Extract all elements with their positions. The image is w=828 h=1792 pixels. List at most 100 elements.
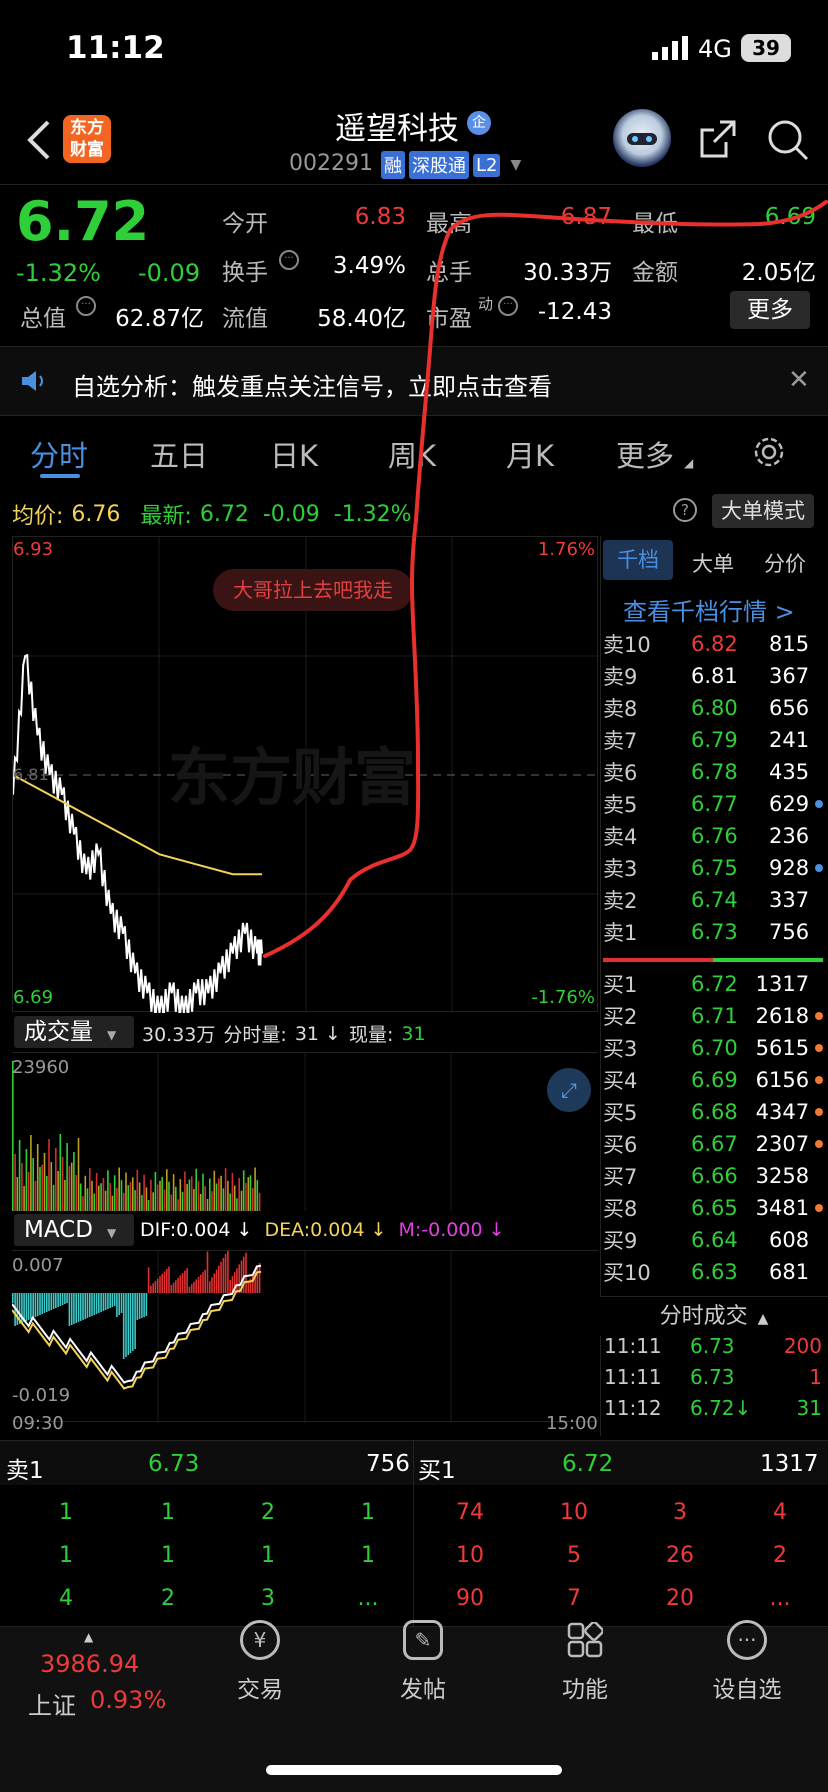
header-divider <box>0 184 828 185</box>
index-name[interactable]: 上证 <box>28 1686 76 1721</box>
sell-order-row[interactable]: 卖6 6.78 435 <box>603 756 823 788</box>
nav-post[interactable]: ✎ 发帖 <box>363 1620 483 1704</box>
buy-order-row[interactable]: 买7 6.66 3258 <box>603 1160 823 1192</box>
volume-bar <box>127 1185 130 1211</box>
sell-order-row[interactable]: 卖4 6.76 236 <box>603 820 823 852</box>
orderbook-tab-big[interactable]: 大单 <box>692 548 734 578</box>
buy-order-row[interactable]: 买3 6.70 5615 <box>603 1032 823 1064</box>
more-button[interactable]: 更多 <box>730 291 810 329</box>
volume-bar <box>238 1178 240 1211</box>
volume-selector[interactable]: 成交量 ▼ <box>14 1016 134 1048</box>
sell-volume: 337 <box>768 888 810 912</box>
volume-bar <box>23 1186 25 1211</box>
close-icon[interactable]: ✕ <box>788 365 810 395</box>
buy-order-row[interactable]: 买2 6.71 2618 <box>603 1000 823 1032</box>
macd-bar <box>104 1293 107 1310</box>
macd-chart[interactable]: 0.007 -0.019 <box>12 1250 598 1423</box>
latest-change: -0.09 <box>262 501 320 527</box>
volume-bar <box>50 1162 53 1211</box>
gear-icon[interactable] <box>752 435 786 469</box>
help-icon[interactable]: ? <box>673 498 697 522</box>
tab-fenshi[interactable]: 分时 <box>30 433 88 475</box>
tab-week-k[interactable]: 周K <box>388 433 436 475</box>
volume-bar <box>172 1174 175 1211</box>
status-bar: 11:12 4G 39 <box>0 0 828 90</box>
sell-order-row[interactable]: 卖1 6.73 756 <box>603 916 823 948</box>
nav-functions[interactable]: 功能 <box>525 1620 645 1704</box>
sell-order-row[interactable]: 卖8 6.80 656 <box>603 692 823 724</box>
queue-buy-cell: ... <box>769 1586 791 1611</box>
comment-bubble[interactable]: 大哥拉上去吧我走 <box>213 569 413 611</box>
app-logo[interactable]: 东方财富 <box>63 115 111 163</box>
back-icon[interactable] <box>24 118 54 162</box>
volume-bar <box>249 1175 252 1211</box>
buy-order-row[interactable]: 买8 6.65 3481 <box>603 1192 823 1224</box>
order-dot-icon <box>815 1044 823 1052</box>
trade-volume: 31 <box>796 1396 822 1420</box>
macd-selector[interactable]: MACD ▼ <box>14 1214 134 1246</box>
volume-bar <box>25 1149 28 1211</box>
sell-order-row[interactable]: 卖5 6.77 629 <box>603 788 823 820</box>
robot-avatar-icon[interactable] <box>613 109 671 167</box>
orderbook-tab-price[interactable]: 分价 <box>764 548 806 578</box>
buy-order-row[interactable]: 买5 6.68 4347 <box>603 1096 823 1128</box>
sell-order-row[interactable]: 卖10 6.82 815 <box>603 628 823 660</box>
trades-header[interactable]: 分时成交 ▲ <box>600 1296 828 1336</box>
view-qiandang-link[interactable]: 查看千档行情 > <box>623 592 795 627</box>
info-dots-icon[interactable]: ··· <box>498 296 518 316</box>
sell-price: 6.81 <box>690 664 738 688</box>
share-icon[interactable] <box>698 118 738 160</box>
buy-order-row[interactable]: 买1 6.72 1317 <box>603 968 823 1000</box>
tab-5day[interactable]: 五日 <box>150 433 208 475</box>
macd-bar <box>113 1293 116 1306</box>
search-icon[interactable] <box>766 118 810 162</box>
index-value[interactable]: 3986.94 <box>40 1650 139 1678</box>
buy-order-row[interactable]: 买6 6.67 2307 <box>603 1128 823 1160</box>
tab-day-k[interactable]: 日K <box>270 433 318 475</box>
volume-bar <box>175 1186 177 1211</box>
sell-order-row[interactable]: 卖7 6.79 241 <box>603 724 823 756</box>
info-dots-icon[interactable]: ··· <box>279 250 299 270</box>
macd-bar <box>50 1293 53 1310</box>
sell-order-row[interactable]: 卖9 6.81 367 <box>603 660 823 692</box>
macd-bar <box>127 1293 130 1355</box>
buy-level-label: 买1 <box>603 973 638 997</box>
order-dot-icon <box>815 1236 823 1244</box>
buy-level-label: 买5 <box>603 1101 638 1125</box>
volume-selector-label: 成交量 <box>24 1019 93 1045</box>
buy-order-row[interactable]: 买10 6.63 681 <box>603 1256 823 1288</box>
sell-price: 6.78 <box>690 760 738 784</box>
volume-chart[interactable]: 23960 ⤢ <box>12 1052 598 1211</box>
sell-order-row[interactable]: 卖2 6.74 337 <box>603 884 823 916</box>
macd-bar <box>224 1254 227 1293</box>
order-dot-icon <box>815 736 823 744</box>
expand-icon[interactable]: ⤢ <box>547 1068 591 1112</box>
top-price-label: 6.93 <box>13 539 54 560</box>
orderbook-tab-qiandang[interactable]: 千档 <box>603 540 673 580</box>
index-pct[interactable]: 0.93% <box>90 1686 166 1714</box>
price-chart[interactable]: 东方财富 6.93 6.69 1.76% -1.76% 6.81 大哥拉上去吧我… <box>12 536 599 1013</box>
big-order-mode-button[interactable]: 大单模式 <box>712 494 814 528</box>
queue-sell-vol: 756 <box>366 1451 410 1477</box>
notice-bar[interactable]: 自选分析：触发重点关注信号，立即点击查看 ✕ <box>0 346 828 416</box>
queue-buy-cell: 10 <box>456 1543 484 1568</box>
tab-more[interactable]: 更多 <box>616 433 674 475</box>
nav-add-watchlist[interactable]: ··· 设自选 <box>687 1620 807 1704</box>
volume-bar <box>220 1175 222 1211</box>
macd-bar <box>55 1293 57 1308</box>
volume-bar <box>177 1199 179 1211</box>
macd-bar <box>256 1267 259 1293</box>
buy-order-row[interactable]: 买4 6.69 6156 <box>603 1064 823 1096</box>
bottom-pct-label: -1.76% <box>531 987 595 1008</box>
sell-order-row[interactable]: 卖3 6.75 928 <box>603 852 823 884</box>
tab-month-k[interactable]: 月K <box>506 433 554 475</box>
volume-bar <box>227 1180 229 1211</box>
info-dots-icon[interactable]: ··· <box>76 296 96 316</box>
chevron-down-icon[interactable]: ▼ <box>510 157 521 173</box>
nav-trade[interactable]: ¥ 交易 <box>200 1620 320 1704</box>
sell-level-label: 卖6 <box>603 761 638 785</box>
macd-bar <box>220 1261 222 1293</box>
volume-bar <box>95 1173 98 1211</box>
buy-order-row[interactable]: 买9 6.64 608 <box>603 1224 823 1256</box>
nav-post-label: 发帖 <box>400 1677 446 1703</box>
